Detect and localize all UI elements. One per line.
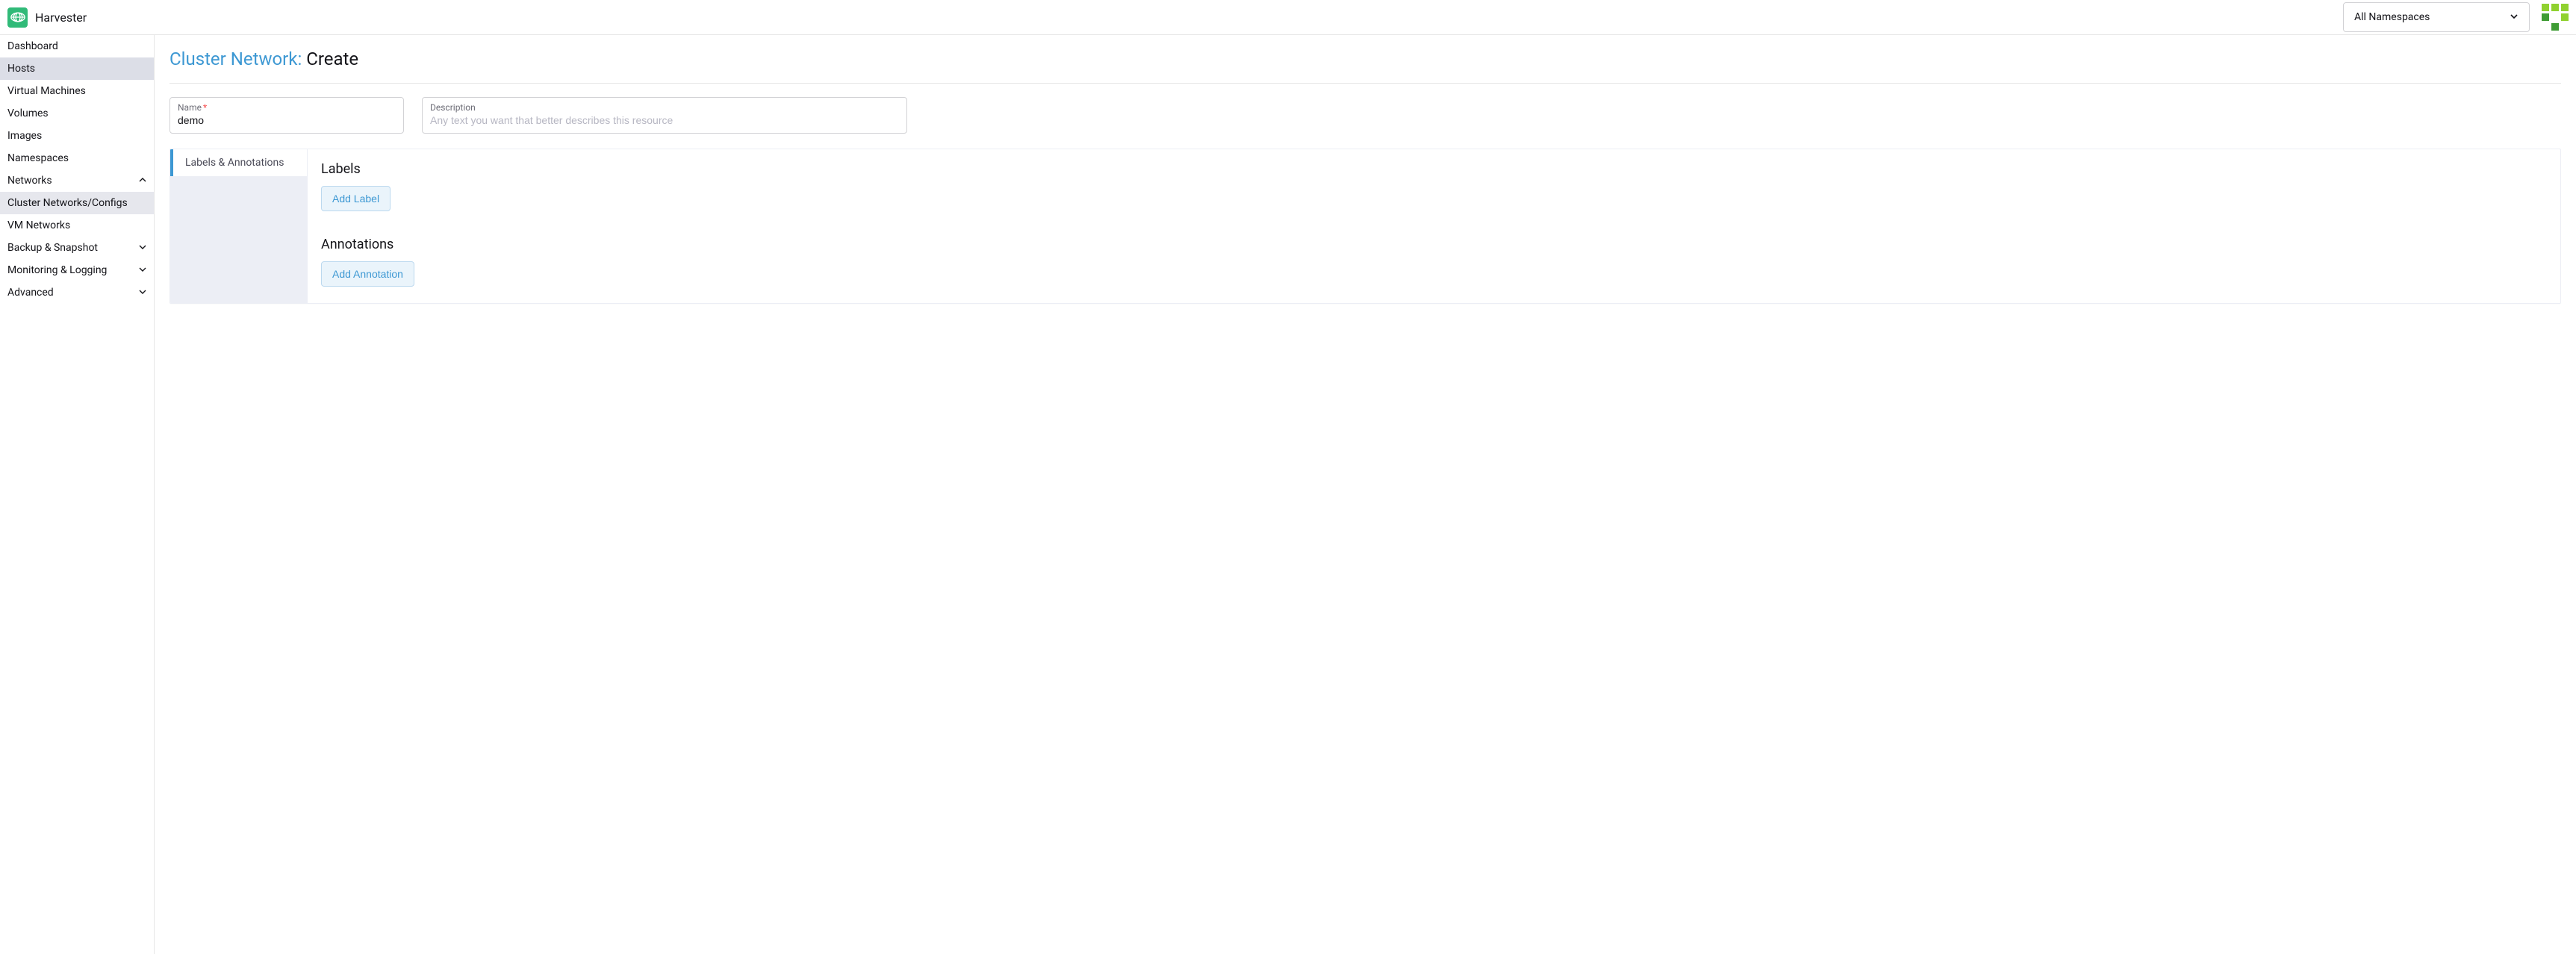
field-label-text: Name bbox=[178, 102, 202, 113]
sidebar-item-virtual-machines[interactable]: Virtual Machines bbox=[0, 80, 154, 102]
annotations-heading: Annotations bbox=[321, 237, 2547, 252]
user-avatar-icon[interactable] bbox=[2542, 4, 2569, 31]
chevron-down-icon bbox=[139, 243, 146, 253]
labels-heading: Labels bbox=[321, 161, 2547, 177]
chevron-up-icon bbox=[139, 176, 146, 186]
chevron-down-icon bbox=[139, 288, 146, 298]
add-label-button[interactable]: Add Label bbox=[321, 186, 391, 211]
sidebar-item-label: Backup & Snapshot bbox=[7, 242, 98, 254]
brand[interactable]: Harvester bbox=[7, 7, 87, 28]
brand-logo-icon bbox=[7, 7, 28, 28]
panel-body: Labels Add Label Annotations Add Annotat… bbox=[308, 149, 2560, 303]
required-indicator: * bbox=[203, 102, 207, 113]
name-field[interactable]: Name* bbox=[169, 97, 404, 134]
namespace-selector[interactable]: All Namespaces bbox=[2343, 2, 2530, 32]
sidebar-item-images[interactable]: Images bbox=[0, 125, 154, 147]
tab-labels-annotations[interactable]: Labels & Annotations bbox=[170, 149, 307, 176]
breadcrumb-link[interactable]: Cluster Network: bbox=[169, 49, 302, 69]
sidebar-item-vm-networks[interactable]: VM Networks bbox=[0, 214, 154, 237]
sidebar-item-label: Hosts bbox=[7, 63, 35, 75]
description-input[interactable] bbox=[430, 114, 899, 126]
sidebar-group-backup-snapshot[interactable]: Backup & Snapshot bbox=[0, 237, 154, 259]
name-label: Name* bbox=[178, 102, 396, 113]
main-content: Cluster Network: Create Name* Descriptio… bbox=[155, 35, 2576, 954]
brand-title: Harvester bbox=[35, 10, 87, 25]
sidebar-item-label: Images bbox=[7, 130, 42, 142]
sidebar-item-label: Virtual Machines bbox=[7, 85, 86, 97]
chevron-down-icon bbox=[2510, 12, 2519, 23]
chevron-down-icon bbox=[139, 266, 146, 275]
sidebar-item-volumes[interactable]: Volumes bbox=[0, 102, 154, 125]
sidebar-item-dashboard[interactable]: Dashboard bbox=[0, 35, 154, 57]
labels-annotations-panel: Labels & Annotations Labels Add Label An… bbox=[169, 149, 2561, 304]
sidebar-item-label: Volumes bbox=[7, 107, 49, 119]
sidebar-item-label: Monitoring & Logging bbox=[7, 264, 107, 276]
form-row: Name* Description bbox=[169, 97, 2561, 134]
description-field[interactable]: Description bbox=[422, 97, 907, 134]
sidebar-item-cluster-networks[interactable]: Cluster Networks/Configs bbox=[0, 192, 154, 214]
name-input[interactable] bbox=[178, 114, 396, 126]
sidebar-group-advanced[interactable]: Advanced bbox=[0, 281, 154, 304]
panel-tabs: Labels & Annotations bbox=[170, 149, 308, 303]
sidebar-item-hosts[interactable]: Hosts bbox=[0, 57, 154, 80]
sidebar-group-networks[interactable]: Networks bbox=[0, 169, 154, 192]
sidebar: Dashboard Hosts Virtual Machines Volumes… bbox=[0, 35, 155, 954]
topbar: Harvester All Namespaces bbox=[0, 0, 2576, 35]
description-label: Description bbox=[430, 102, 899, 113]
page-title: Cluster Network: Create bbox=[169, 49, 2561, 69]
sidebar-item-label: Networks bbox=[7, 175, 52, 187]
add-annotation-button[interactable]: Add Annotation bbox=[321, 261, 414, 287]
sidebar-item-label: Namespaces bbox=[7, 152, 69, 164]
divider bbox=[169, 83, 2561, 84]
page-action: Create bbox=[306, 49, 358, 69]
sidebar-item-label: Dashboard bbox=[7, 40, 58, 52]
namespace-selected: All Namespaces bbox=[2354, 11, 2430, 23]
sidebar-group-monitoring-logging[interactable]: Monitoring & Logging bbox=[0, 259, 154, 281]
sidebar-item-label: Advanced bbox=[7, 287, 54, 299]
sidebar-item-namespaces[interactable]: Namespaces bbox=[0, 147, 154, 169]
sidebar-item-label: Cluster Networks/Configs bbox=[7, 197, 128, 209]
sidebar-item-label: VM Networks bbox=[7, 219, 70, 231]
